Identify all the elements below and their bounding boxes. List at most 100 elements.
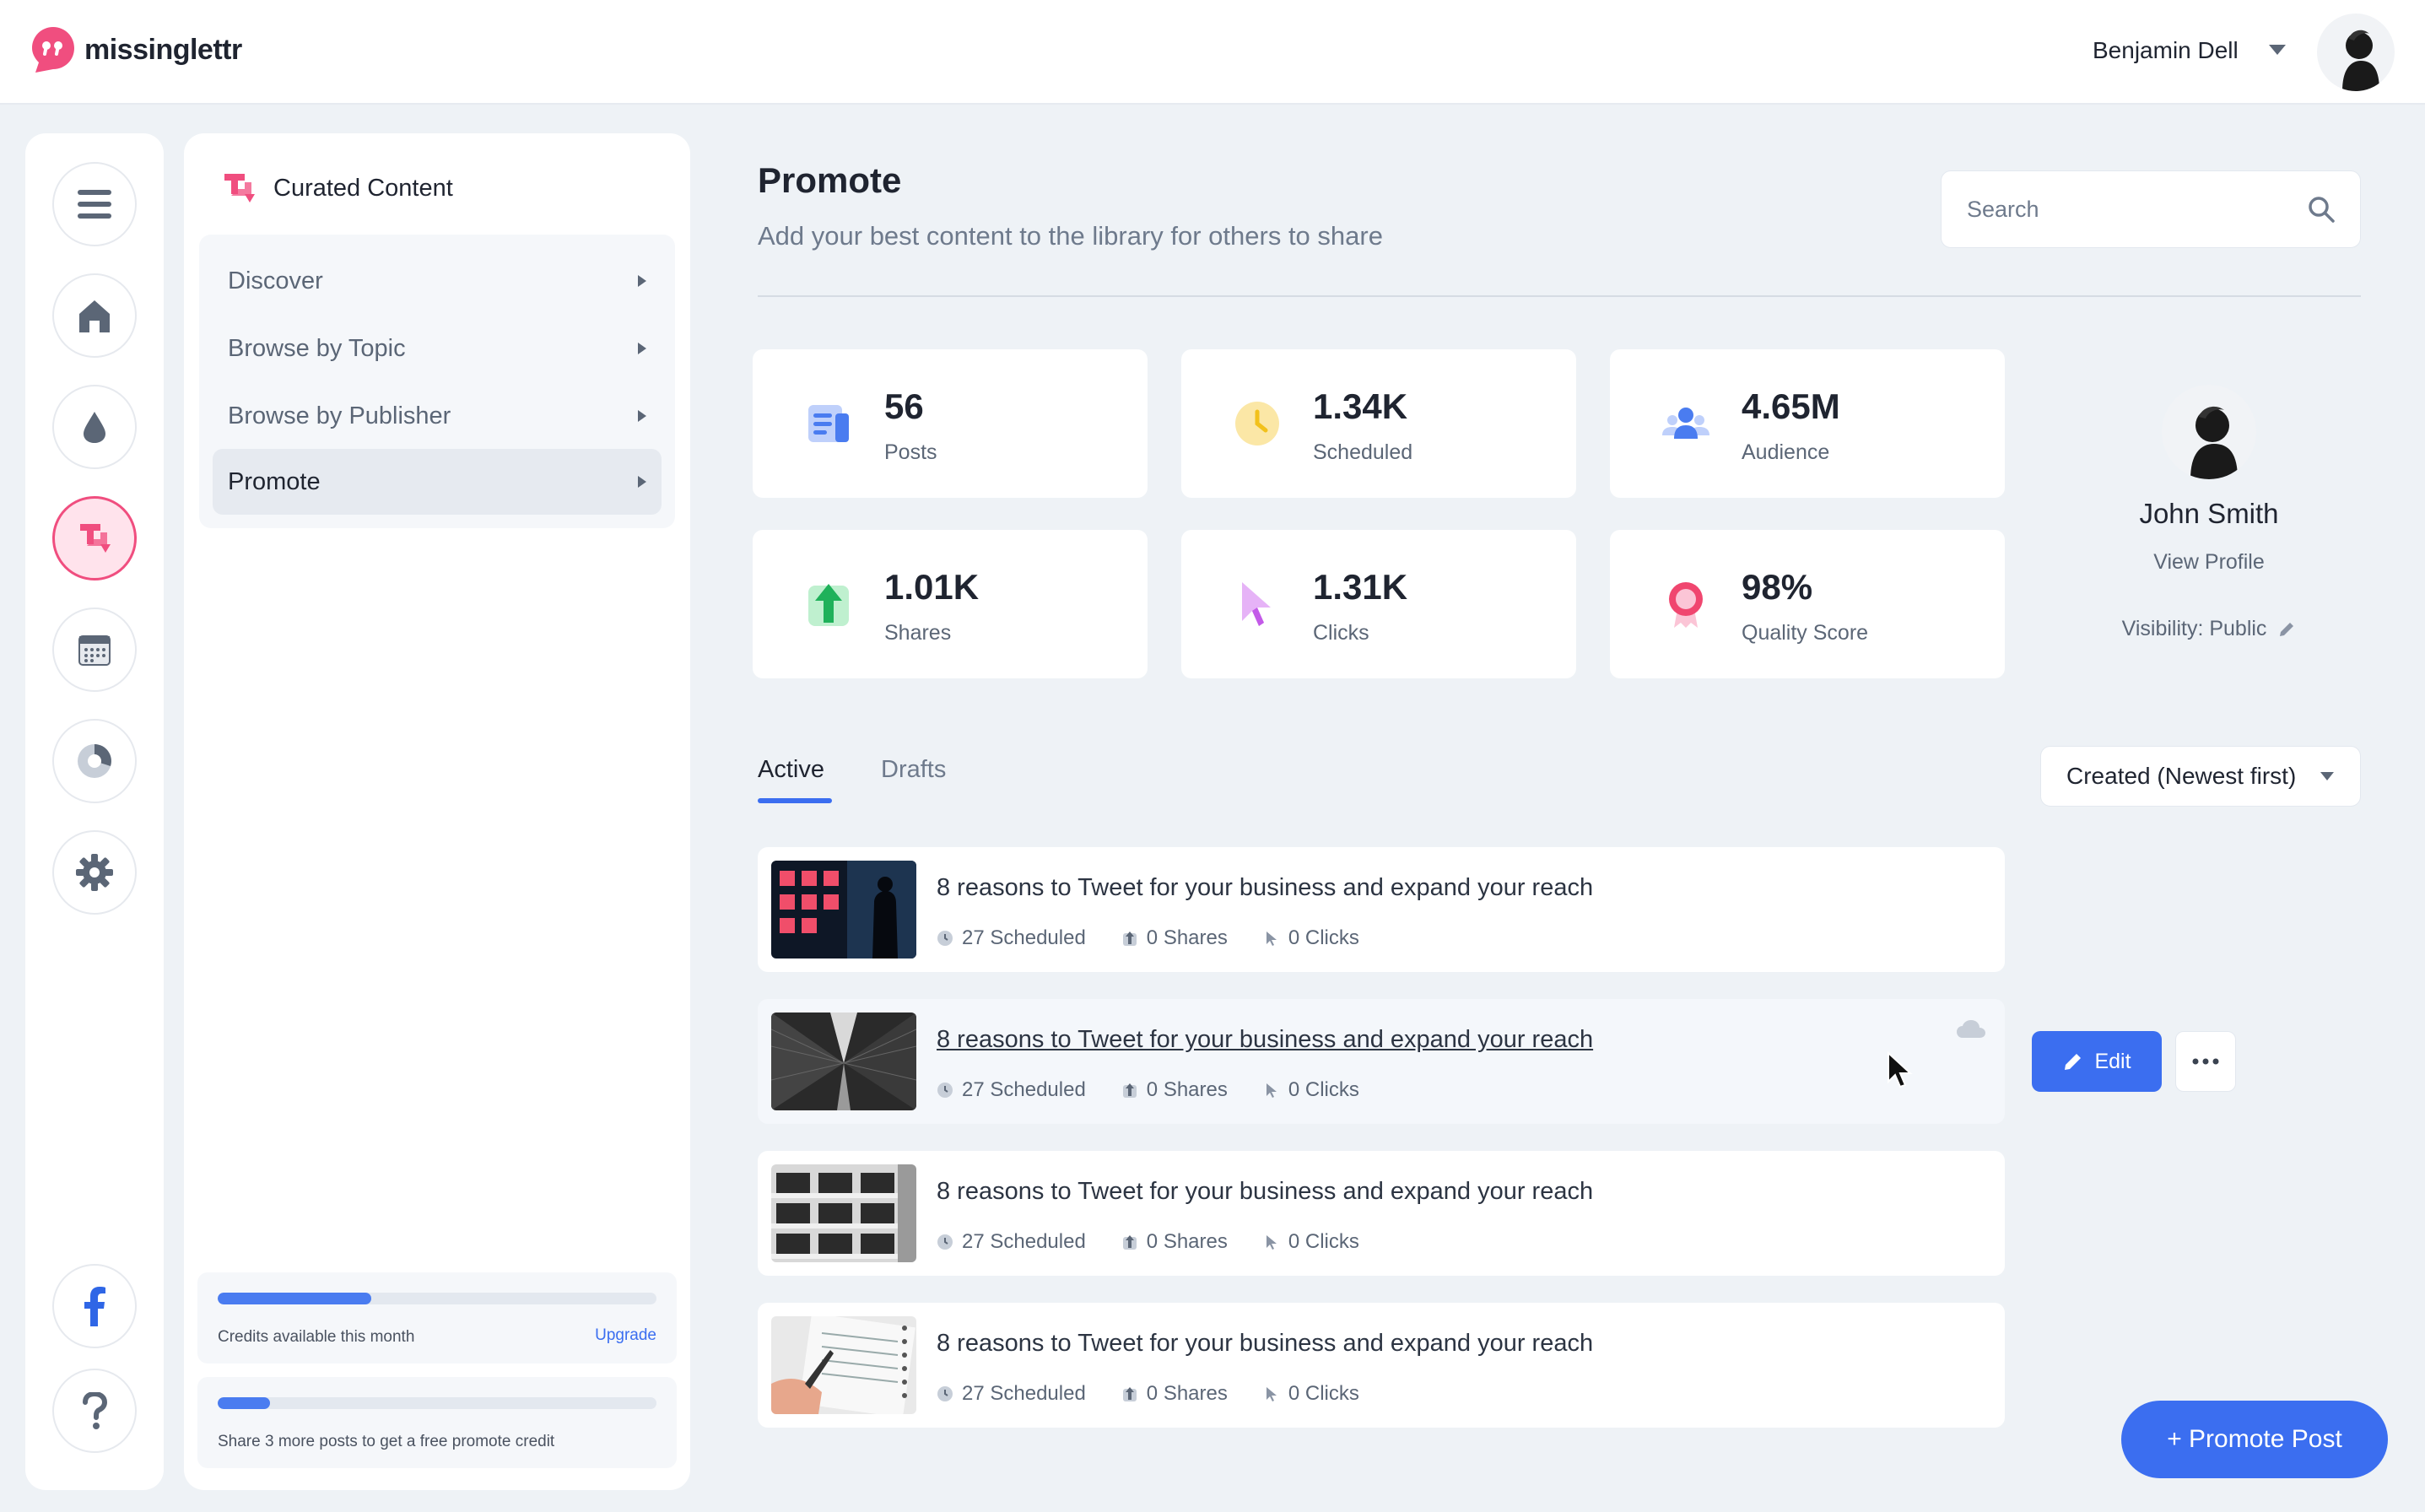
- cursor-icon: [1242, 582, 1271, 626]
- sort-dropdown[interactable]: Created (Newest first): [2040, 746, 2361, 807]
- settings-button[interactable]: [52, 830, 137, 915]
- analytics-button[interactable]: [52, 719, 137, 803]
- post-shares: 0 Shares: [1121, 1382, 1228, 1406]
- post-scheduled-text: 27 Scheduled: [962, 1230, 1086, 1253]
- home-button[interactable]: [52, 273, 137, 358]
- post-title[interactable]: 8 reasons to Tweet for your business and…: [937, 874, 1593, 902]
- share-icon: [1122, 1387, 1137, 1401]
- menu-item-label: Discover: [228, 267, 323, 294]
- menu-button[interactable]: [52, 162, 137, 246]
- share-progress-fill: [218, 1397, 271, 1409]
- stat-value: 56: [884, 386, 924, 426]
- facebook-icon: [84, 1287, 105, 1326]
- share-icon: [1122, 932, 1137, 946]
- app-name: missinglettr: [84, 33, 242, 66]
- curated-icon: [224, 174, 255, 202]
- facebook-button[interactable]: [52, 1264, 137, 1348]
- more-options-button[interactable]: [2175, 1031, 2236, 1092]
- curated-icon: [80, 524, 111, 553]
- post-row[interactable]: 8 reasons to Tweet for your business and…: [758, 1151, 2005, 1276]
- home-icon: [79, 300, 110, 332]
- post-thumbnail: [771, 861, 916, 958]
- curated-content-button[interactable]: [52, 496, 137, 580]
- post-shares: 0 Shares: [1121, 926, 1228, 950]
- chevron-down-icon[interactable]: [2268, 44, 2287, 56]
- post-title[interactable]: 8 reasons to Tweet for your business and…: [937, 1026, 1593, 1054]
- chevron-right-icon: [638, 343, 646, 354]
- avatar[interactable]: [2317, 14, 2395, 91]
- menu-item-browse-by-publisher[interactable]: Browse by Publisher: [213, 383, 662, 449]
- visibility-setting[interactable]: Visibility: Public: [2064, 617, 2354, 641]
- drop-button[interactable]: [52, 385, 137, 469]
- stat-card-clicks: 1.31K Clicks: [1181, 530, 1576, 678]
- clock-icon: [937, 1083, 953, 1098]
- post-row[interactable]: 8 reasons to Tweet for your business and…: [758, 847, 2005, 972]
- app-logo[interactable]: missinglettr: [30, 25, 242, 74]
- avatar-silhouette-icon: [2190, 406, 2238, 479]
- post-shares: 0 Shares: [1121, 1230, 1228, 1254]
- post-title[interactable]: 8 reasons to Tweet for your business and…: [937, 1330, 1593, 1358]
- tab-drafts[interactable]: Drafts: [881, 756, 946, 784]
- post-scheduled-text: 27 Scheduled: [962, 926, 1086, 949]
- header-divider: [758, 295, 2361, 297]
- edit-button[interactable]: Edit: [2032, 1031, 2162, 1092]
- stat-label: Posts: [884, 440, 937, 464]
- share-progress-bar: [218, 1397, 656, 1409]
- post-clicks: 0 Clicks: [1263, 1382, 1359, 1406]
- tab-active[interactable]: Active: [758, 756, 824, 784]
- menu-item-browse-by-topic[interactable]: Browse by Topic: [213, 316, 662, 381]
- cursor-icon: [1266, 1387, 1277, 1401]
- posts-icon: [808, 405, 849, 442]
- stat-card-audience: 4.65M Audience: [1610, 349, 2005, 498]
- cloud-icon: [1957, 1020, 1985, 1038]
- post-shares-text: 0 Shares: [1146, 1230, 1228, 1253]
- menu-item-label: Promote: [228, 467, 321, 495]
- calendar-icon: [78, 635, 111, 666]
- post-shares-text: 0 Shares: [1146, 926, 1228, 949]
- post-row[interactable]: 8 reasons to Tweet for your business and…: [758, 1303, 2005, 1428]
- calendar-button[interactable]: [52, 608, 137, 692]
- post-clicks-text: 0 Clicks: [1288, 1382, 1359, 1405]
- post-scheduled: 27 Scheduled: [937, 926, 1086, 950]
- chevron-right-icon: [638, 275, 646, 287]
- chevron-down-icon: [2320, 772, 2334, 780]
- page-subtitle: Add your best content to the library for…: [758, 221, 1383, 251]
- help-button[interactable]: [52, 1369, 137, 1453]
- help-icon: [83, 1392, 107, 1429]
- stat-value: 1.34K: [1313, 386, 1408, 426]
- post-meta: 27 Scheduled 0 Shares 0 Clicks: [937, 1382, 1395, 1406]
- profile-avatar[interactable]: [2162, 385, 2256, 479]
- stat-label: Clicks: [1313, 621, 1369, 645]
- stat-label: Quality Score: [1742, 621, 1869, 645]
- view-profile-link[interactable]: View Profile: [2064, 550, 2354, 575]
- post-title[interactable]: 8 reasons to Tweet for your business and…: [937, 1178, 1593, 1206]
- post-row[interactable]: 8 reasons to Tweet for your business and…: [758, 999, 2005, 1124]
- post-clicks-text: 0 Clicks: [1288, 1078, 1359, 1101]
- stat-card-posts: 56 Posts: [753, 349, 1148, 498]
- stat-card-quality: 98% Quality Score: [1610, 530, 2005, 678]
- post-thumbnail: [771, 1012, 916, 1110]
- menu-item-promote[interactable]: Promote: [213, 449, 662, 515]
- panel-menu: Discover Browse by Topic Browse by Publi…: [199, 235, 675, 528]
- gear-icon: [76, 854, 113, 891]
- share-icon: [1122, 1083, 1137, 1098]
- search-input[interactable]: Search: [1941, 170, 2361, 248]
- stat-label: Shares: [884, 621, 952, 645]
- share-credit-box: Share 3 more posts to get a free promote…: [197, 1377, 677, 1468]
- panel-title: Curated Content: [219, 170, 453, 206]
- post-scheduled: 27 Scheduled: [937, 1230, 1086, 1254]
- promote-post-button[interactable]: + Promote Post: [2121, 1401, 2388, 1478]
- post-shares-text: 0 Shares: [1146, 1382, 1228, 1405]
- drop-icon: [84, 412, 105, 443]
- user-name[interactable]: Benjamin Dell: [2093, 37, 2239, 64]
- upgrade-link[interactable]: Upgrade: [595, 1326, 656, 1345]
- stat-label: Audience: [1742, 440, 1830, 464]
- stat-value: 1.31K: [1313, 567, 1408, 607]
- menu-item-discover[interactable]: Discover: [213, 248, 662, 314]
- pencil-icon[interactable]: [2277, 620, 2296, 639]
- cursor-icon: [1266, 1235, 1277, 1250]
- search-placeholder: Search: [1967, 196, 2039, 222]
- chevron-right-icon: [638, 476, 646, 488]
- cursor-icon: [1266, 1083, 1277, 1098]
- post-clicks: 0 Clicks: [1263, 926, 1359, 950]
